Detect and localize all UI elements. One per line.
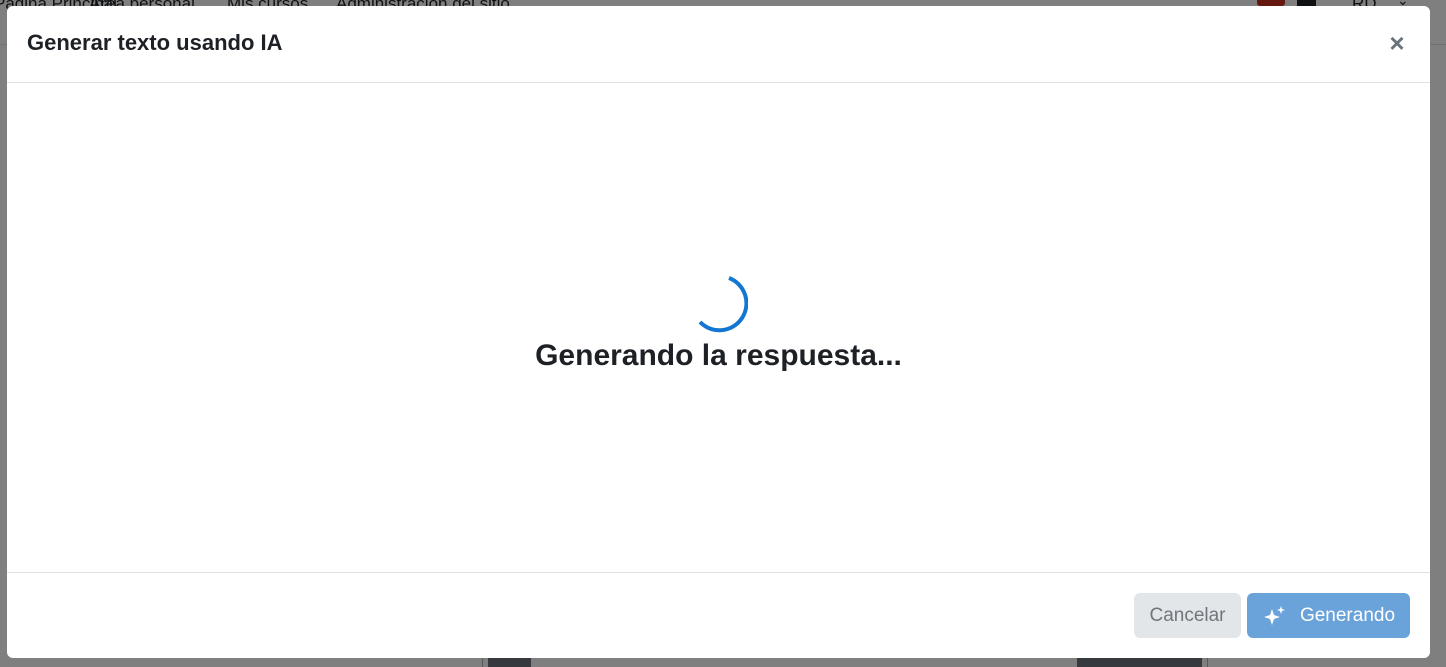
modal-header: Generar texto usando IA × xyxy=(7,6,1430,83)
modal-footer: Cancelar Generando xyxy=(7,572,1430,658)
modal-body: Generando la respuesta... xyxy=(7,83,1430,572)
modal-title: Generar texto usando IA xyxy=(27,30,283,55)
close-icon[interactable]: × xyxy=(1389,28,1404,58)
close-button[interactable]: × xyxy=(1385,30,1409,56)
loading-spinner-icon xyxy=(698,276,748,333)
loading-message: Generando la respuesta... xyxy=(535,339,902,372)
generate-button[interactable]: Generando xyxy=(1247,593,1410,638)
cancel-button[interactable]: Cancelar xyxy=(1134,593,1241,638)
generate-ai-text-dialog: Generar texto usando IA × Generando la r… xyxy=(7,6,1430,658)
sparkles-icon xyxy=(1263,605,1285,625)
cancel-button-label: Cancelar xyxy=(1149,604,1226,626)
generate-button-label: Generando xyxy=(1299,604,1396,626)
